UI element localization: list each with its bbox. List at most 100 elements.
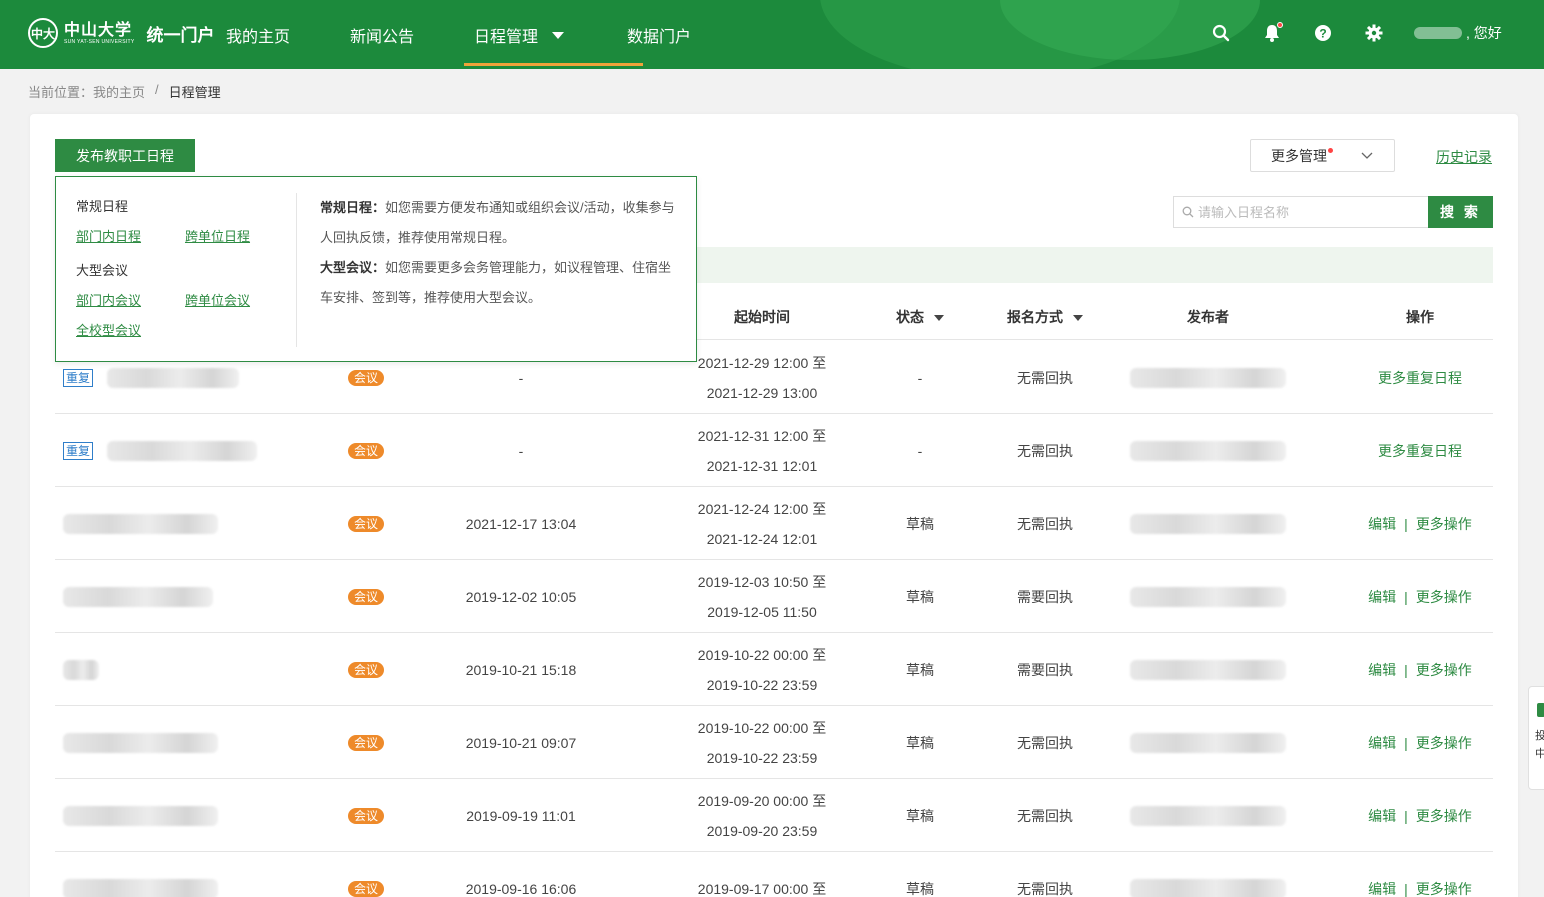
schedule-name-redacted[interactable] [63, 586, 213, 607]
table-row: 会议 2019-10-21 09:07 2019-10-22 00:00 至 20… [55, 706, 1493, 779]
end-time: 2021-12-24 12:01 [706, 530, 818, 547]
breadcrumb-current: 日程管理 [168, 85, 221, 100]
publisher-redacted [1130, 732, 1286, 753]
search-icon[interactable] [1210, 22, 1232, 44]
dept-meeting-link[interactable]: 部门内会议 [76, 291, 141, 311]
edit-link[interactable]: 编辑 [1368, 587, 1396, 607]
schedule-name-redacted[interactable] [63, 659, 99, 680]
university-logo[interactable]: 中大 中山大学 SUN YAT-SEN UNIVERSITY 统一门户 [28, 18, 215, 48]
schedule-name-redacted[interactable] [63, 878, 218, 897]
bell-icon[interactable] [1261, 22, 1283, 44]
publish-staff-schedule-button[interactable]: 发布教职工日程 [55, 139, 195, 172]
side-float-widget[interactable]: 投 中 [1528, 686, 1544, 790]
status: 草稿 [906, 661, 934, 678]
schedule-name-redacted[interactable] [107, 367, 240, 388]
main-nav: 我的主页 新闻公告 日程管理 数据门户 [226, 0, 737, 69]
edit-link[interactable]: 编辑 [1368, 660, 1396, 680]
start-time: 2019-12-03 10:50 至 [697, 573, 827, 590]
publish-time: 2019-12-02 10:05 [465, 588, 577, 605]
university-seal-icon: 中大 [28, 18, 58, 48]
column-header-status[interactable]: 状态 [855, 294, 985, 340]
status: 草稿 [906, 734, 934, 751]
nav-item-schedule[interactable]: 日程管理 [464, 0, 643, 69]
publish-time: 2019-09-16 16:06 [465, 880, 577, 897]
help-icon[interactable]: ? [1312, 22, 1334, 44]
more-actions-link[interactable]: 更多操作 [1416, 587, 1472, 607]
top-navigation-bar: 中大 中山大学 SUN YAT-SEN UNIVERSITY 统一门户 我的主页… [0, 0, 1544, 69]
breadcrumb-home[interactable]: 我的主页 [93, 82, 145, 101]
column-header-signup[interactable]: 报名方式 [980, 294, 1110, 340]
more-actions-link[interactable]: 更多操作 [1416, 879, 1472, 897]
gear-icon[interactable] [1363, 22, 1385, 44]
more-actions-link[interactable]: 更多操作 [1416, 733, 1472, 753]
column-header-start-time: 起始时间 [734, 309, 790, 325]
edit-link[interactable]: 编辑 [1368, 733, 1396, 753]
signup-method: 无需回执 [1017, 734, 1073, 751]
user-greeting[interactable]: , 您好 [1414, 23, 1502, 43]
svg-text:?: ? [1319, 27, 1326, 41]
more-repeat-schedules-link[interactable]: 更多重复日程 [1378, 368, 1462, 388]
filter-caret-icon [934, 315, 944, 321]
cross-unit-meeting-link[interactable]: 跨单位会议 [185, 291, 250, 311]
search-button[interactable]: 搜 索 [1428, 196, 1493, 228]
end-time: 2019-10-22 23:59 [706, 676, 818, 693]
end-time: 2021-12-29 13:00 [706, 384, 818, 401]
type-tag: 会议 [347, 661, 384, 678]
edit-link[interactable]: 编辑 [1368, 806, 1396, 826]
chevron-down-icon [1361, 152, 1373, 159]
large-meeting-label: 大型会议 [76, 263, 129, 278]
publisher-redacted [1130, 878, 1286, 897]
start-time: 2019-09-17 00:00 至 [697, 880, 827, 897]
schedule-name-redacted[interactable] [107, 440, 258, 461]
status: 草稿 [906, 807, 934, 824]
more-manage-dropdown[interactable]: 更多管理 [1250, 139, 1395, 172]
schedule-name-redacted[interactable] [63, 732, 218, 753]
end-time: 2021-12-31 12:01 [706, 457, 818, 474]
start-time: 2019-10-22 00:00 至 [697, 719, 827, 736]
side-float-text: 投 中 [1535, 730, 1544, 760]
edit-link[interactable]: 编辑 [1368, 879, 1396, 897]
schedule-name-redacted[interactable] [63, 513, 218, 534]
end-time: 2019-10-22 23:59 [706, 749, 818, 766]
publish-time: 2019-10-21 15:18 [465, 661, 577, 678]
publisher-redacted [1130, 367, 1286, 388]
more-actions-link[interactable]: 更多操作 [1416, 806, 1472, 826]
notification-dot [1328, 148, 1333, 153]
schedule-name-redacted[interactable] [63, 805, 218, 826]
publish-time: - [518, 442, 524, 459]
search-box [1173, 196, 1428, 228]
campus-wide-meeting-link[interactable]: 全校型会议 [76, 321, 141, 341]
publisher-redacted [1130, 513, 1286, 534]
table-row: 会议 2019-10-21 15:18 2019-10-22 00:00 至 20… [55, 633, 1493, 706]
signup-method: 无需回执 [1017, 807, 1073, 824]
nav-item-home[interactable]: 我的主页 [226, 0, 350, 69]
publish-time: 2019-09-19 11:01 [466, 807, 576, 824]
edit-link[interactable]: 编辑 [1368, 514, 1396, 534]
username-redacted [1414, 27, 1462, 39]
status: - [917, 442, 923, 459]
dept-schedule-link[interactable]: 部门内日程 [76, 227, 141, 247]
nav-item-news[interactable]: 新闻公告 [350, 0, 474, 69]
status: - [917, 369, 923, 386]
search-input[interactable] [1198, 204, 1418, 220]
publisher-redacted [1130, 440, 1286, 461]
history-link[interactable]: 历史记录 [1436, 147, 1492, 167]
notification-dot [1277, 22, 1283, 28]
nav-item-data-portal[interactable]: 数据门户 [627, 0, 737, 69]
end-time: 2019-09-20 23:59 [706, 822, 818, 839]
type-tag: 会议 [347, 807, 384, 824]
cross-unit-schedule-link[interactable]: 跨单位日程 [185, 227, 250, 247]
header-tools: ? , 您好 [1210, 22, 1502, 44]
more-actions-link[interactable]: 更多操作 [1416, 660, 1472, 680]
more-repeat-schedules-link[interactable]: 更多重复日程 [1378, 441, 1462, 461]
widget-icon [1537, 703, 1544, 717]
more-actions-link[interactable]: 更多操作 [1416, 514, 1472, 534]
end-time: 2019-12-05 11:50 [707, 603, 817, 620]
start-time: 2021-12-31 12:00 至 [697, 427, 827, 444]
column-header-publisher: 发布者 [1187, 309, 1229, 325]
repeat-badge: 重复 [63, 441, 94, 460]
table-row: 会议 2019-09-19 11:01 2019-09-20 00:00 至 20… [55, 779, 1493, 852]
column-header-operations: 操作 [1406, 309, 1434, 325]
breadcrumb: 当前位置： 我的主页 / 日程管理 [28, 82, 221, 101]
status: 草稿 [906, 880, 934, 897]
